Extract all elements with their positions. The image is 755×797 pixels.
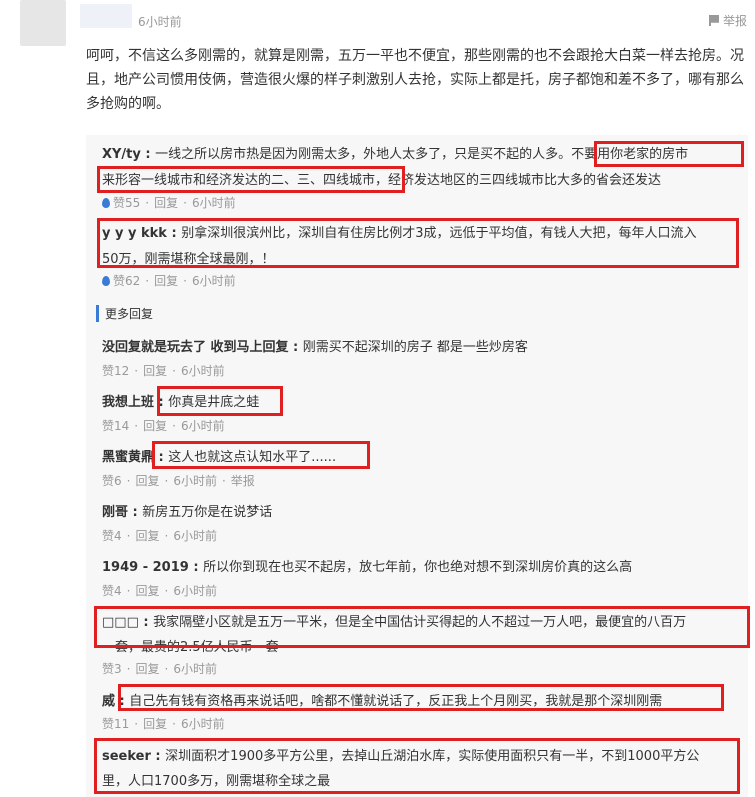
reply-meta: 赞4 · 回复 · 6小时前 [102,584,217,598]
reply-user[interactable]: 黑蜜黄鼎 [102,450,154,465]
reply-time: 6小时前 [173,474,217,488]
reply-button[interactable]: 回复 [135,474,159,488]
avatar[interactable] [20,0,66,46]
reply-time: 6小时前 [173,584,217,598]
reply-meta: 赞14 · 回复 · 6小时前 [102,419,225,433]
highlight-box [118,684,724,711]
reply-time: 6小时前 [191,274,236,288]
comment-line: 呵呵，不信这么多刚需的，就算是刚需，五万一平也不便宜，那些刚需的也不会跟抢大白菜… [86,48,744,64]
like-count[interactable]: 赞55 [113,196,140,210]
reply-user[interactable]: 威 [102,694,115,709]
report-link[interactable]: 举报 [231,474,255,488]
reply-text: 没回复就是玩去了 收到马上回复 : 刚需买不起深圳的房子 都是一些炒房客 [102,340,528,355]
reply-user[interactable]: XY/ty [102,147,141,162]
like-icon[interactable] [102,198,110,208]
highlight-box [97,218,739,268]
highlight-box [594,141,744,167]
reply-button[interactable]: 回复 [154,274,178,288]
reply-user[interactable]: 我想上班 [102,395,154,410]
reply-time: 6小时前 [191,196,236,210]
reply-meta: 赞62 · 回复 · 6小时前 [102,272,236,289]
like-count[interactable]: 赞14 [102,419,129,433]
highlight-box [94,738,740,794]
reply-meta: 赞55 · 回复 · 6小时前 [102,194,236,211]
reply-time: 6小时前 [173,529,217,543]
like-count[interactable]: 赞12 [102,364,129,378]
reply-user[interactable]: 1949 - 2019 [102,560,189,575]
reply-time: 6小时前 [173,662,217,676]
reply-user[interactable]: 没回复就是玩去了 收到马上回复 [102,340,289,355]
reply-time: 6小时前 [180,364,225,378]
like-count[interactable]: 赞4 [102,529,122,543]
report-button[interactable]: 举报 [708,12,747,29]
reply-meta: 赞6 · 回复 · 6小时前 · 举报 [102,474,255,488]
reply-button[interactable]: 回复 [143,364,167,378]
highlight-box [97,166,405,193]
like-count[interactable]: 赞62 [113,274,140,288]
flag-icon [708,15,719,26]
reply-meta: 赞3 · 回复 · 6小时前 [102,662,217,676]
highlight-box [94,606,750,648]
like-count[interactable]: 赞4 [102,584,122,598]
reply-button[interactable]: 回复 [135,529,159,543]
reply-meta: 赞12 · 回复 · 6小时前 [102,364,225,378]
reply-button[interactable]: 回复 [143,419,167,433]
username-blurred[interactable] [80,4,132,28]
like-icon[interactable] [102,276,110,286]
reply-text: 1949 - 2019 : 所以你到现在也买不起房，放七年前，你也绝对想不到深圳… [102,560,633,575]
comment-line: 多抢购的啊。 [86,96,170,112]
comment-line: 且，地产公司惯用伎俩，营造很火爆的样子刺激别人去抢，实际上都是托，房子都饱和差不… [86,72,744,88]
reply-button[interactable]: 回复 [143,717,167,731]
highlight-box [152,441,370,469]
reply-text: 刚哥 : 新房五万你是在说梦话 [102,505,273,520]
comment-time: 6小时前 [138,15,182,29]
reply-time: 6小时前 [180,717,225,731]
reply-meta: 赞4 · 回复 · 6小时前 [102,529,217,543]
like-count[interactable]: 赞3 [102,662,122,676]
highlight-box [157,386,283,416]
reply-meta: 赞11 · 回复 · 6小时前 [102,717,225,731]
reply-user[interactable]: 刚哥 [102,505,128,520]
more-replies-label[interactable]: 更多回复 [96,305,153,322]
reply-button[interactable]: 回复 [154,196,178,210]
reply-button[interactable]: 回复 [135,662,159,676]
like-count[interactable]: 赞6 [102,474,122,488]
like-count[interactable]: 赞11 [102,717,129,731]
report-label: 举报 [722,14,747,28]
reply-time: 6小时前 [180,419,225,433]
reply-button[interactable]: 回复 [135,584,159,598]
comment-body: 呵呵，不信这么多刚需的，就算是刚需，五万一平也不便宜，那些刚需的也不会跟抢大白菜… [86,44,748,116]
